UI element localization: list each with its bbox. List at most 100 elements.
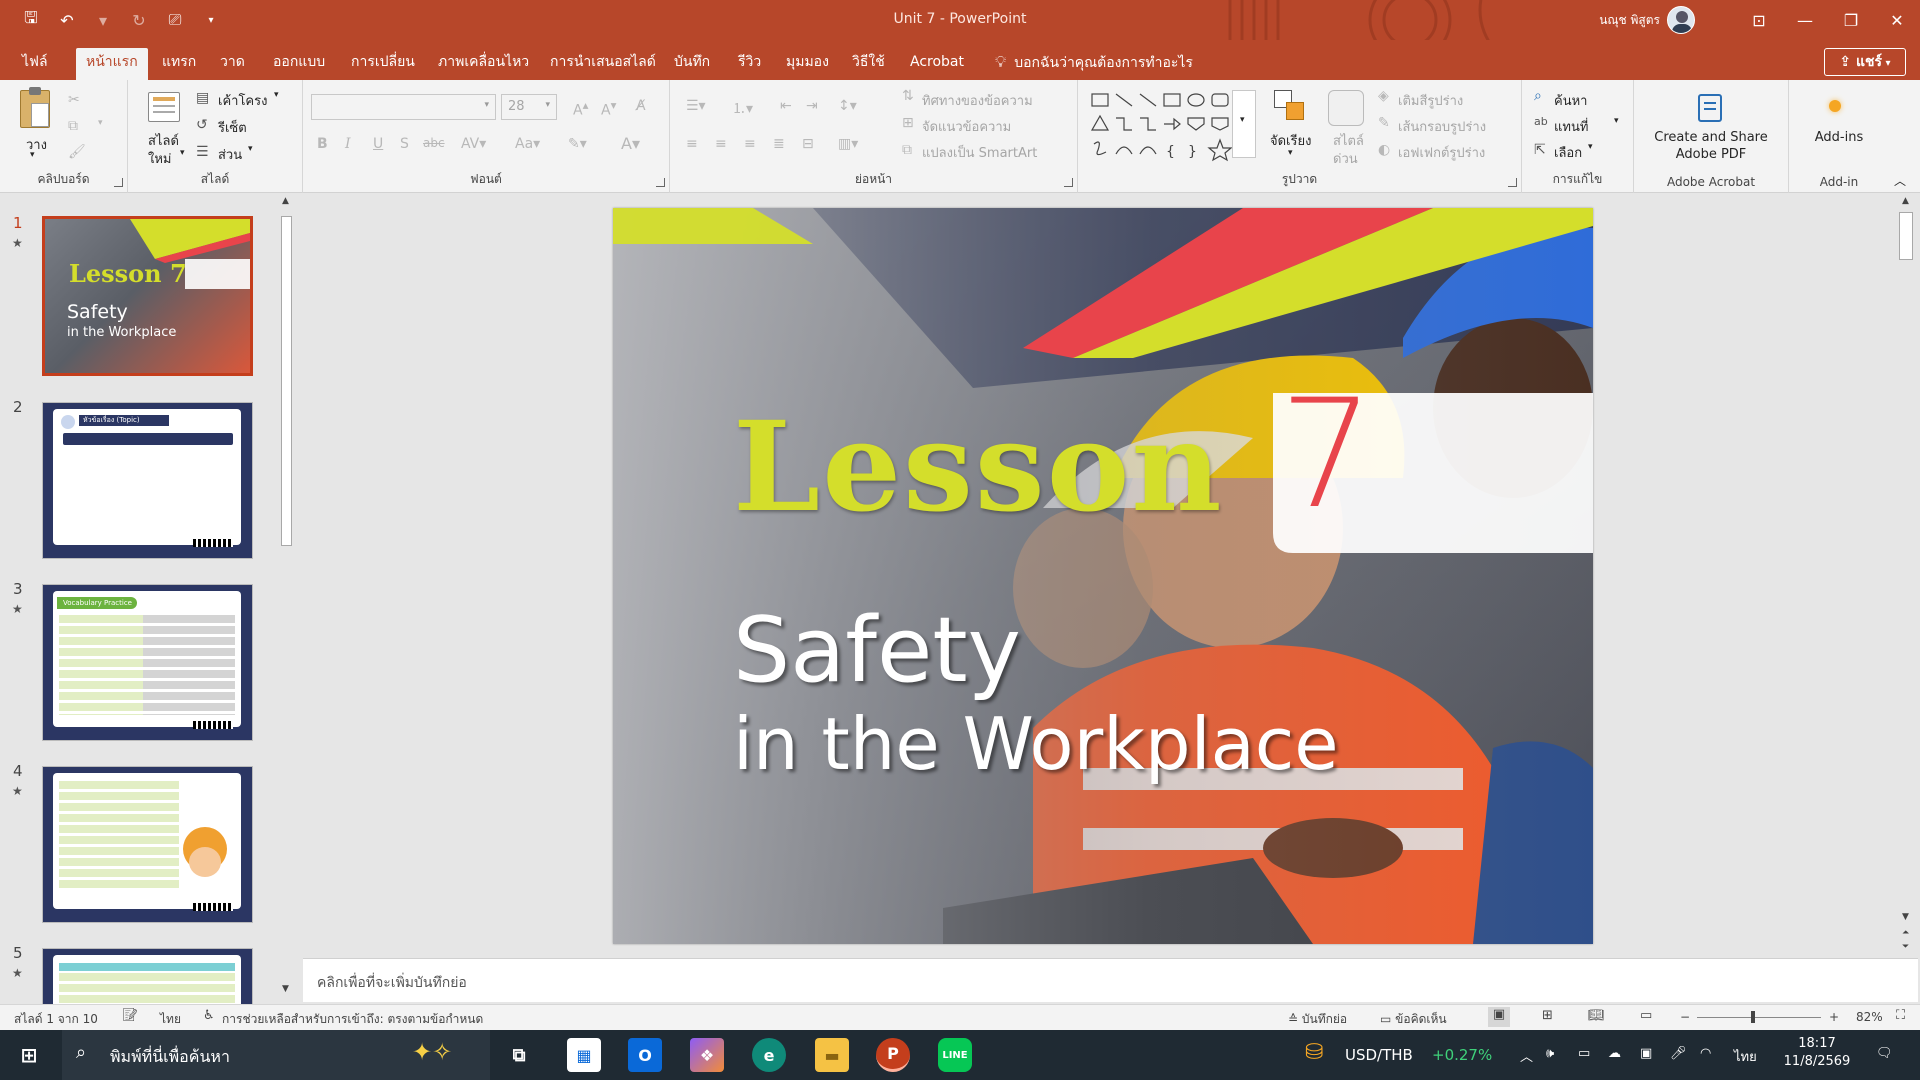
reading-view-icon[interactable]: 📖︎ bbox=[1588, 1008, 1605, 1023]
restore-button[interactable]: ❐ bbox=[1828, 0, 1874, 40]
task-view-icon[interactable]: ⧉ bbox=[502, 1038, 536, 1072]
slide-lesson-number[interactable]: 7 bbox=[1279, 380, 1374, 530]
zoom-level[interactable]: 82% bbox=[1856, 1010, 1883, 1024]
copilot-icon[interactable]: ❖ bbox=[690, 1038, 724, 1072]
paste-icon[interactable] bbox=[20, 87, 50, 128]
font-size-box[interactable]: 28 ▾ bbox=[501, 94, 557, 120]
collapse-ribbon-icon[interactable]: ︿ bbox=[1894, 172, 1906, 189]
section-icon[interactable]: ☰ bbox=[196, 144, 209, 160]
paste-dropdown-icon[interactable]: ▾ bbox=[30, 150, 35, 160]
replace-icon[interactable]: ab bbox=[1534, 115, 1548, 128]
ticker-symbol[interactable]: USD/THB bbox=[1345, 1046, 1413, 1064]
slide-thumbnail-1[interactable]: Lesson 7 Safety in the Workplace bbox=[42, 216, 253, 376]
avatar[interactable] bbox=[1667, 6, 1695, 34]
slideshow-view-icon[interactable]: ▭ bbox=[1640, 1008, 1652, 1023]
slide-sorter-icon[interactable]: ⊞ bbox=[1542, 1008, 1553, 1023]
char-spacing-icon[interactable]: AV▾ bbox=[461, 136, 486, 152]
shape-effects-icon[interactable]: ◐ bbox=[1378, 142, 1390, 158]
tab-animations[interactable]: ภาพเคลื่อนไหว bbox=[428, 48, 539, 80]
change-case-icon[interactable]: Aa▾ bbox=[515, 136, 540, 152]
align-text-icon[interactable]: ⊞ bbox=[902, 115, 914, 131]
strikethrough-icon[interactable]: abc bbox=[423, 136, 445, 150]
decrease-indent-icon[interactable]: ⇤ bbox=[780, 98, 792, 114]
line-app-icon[interactable]: LINE bbox=[938, 1038, 972, 1072]
editor-scrollbar[interactable]: ▲ ▼ ⏶ ⏷ bbox=[1894, 194, 1920, 954]
shadow-icon[interactable]: S bbox=[400, 136, 409, 152]
ticker-change[interactable]: +0.27% bbox=[1432, 1046, 1492, 1064]
tab-acrobat[interactable]: Acrobat bbox=[900, 48, 974, 80]
cut-icon[interactable]: ✂ bbox=[68, 92, 80, 108]
close-button[interactable]: ✕ bbox=[1874, 0, 1920, 40]
zoom-in-icon[interactable]: + bbox=[1829, 1010, 1839, 1024]
slide-subtitle-line1[interactable]: Safety bbox=[733, 606, 1021, 696]
replace-button[interactable]: แทนที่ bbox=[1554, 116, 1588, 137]
tray-overflow-icon[interactable]: ︿ bbox=[1520, 1046, 1533, 1065]
share-button[interactable]: ⇪ แชร์ ▾ bbox=[1824, 48, 1906, 76]
edge-icon[interactable]: e bbox=[752, 1038, 786, 1072]
tab-slideshow[interactable]: การนำเสนอสไลด์ bbox=[540, 48, 666, 80]
create-share-pdf-button[interactable]: Create and Share bbox=[1634, 130, 1788, 145]
font-name-box[interactable]: ▾ bbox=[311, 94, 496, 120]
zoom-slider-handle[interactable] bbox=[1750, 1011, 1755, 1023]
distributed-icon[interactable]: ⊟ bbox=[802, 136, 814, 152]
tab-help[interactable]: วิธีใช้ bbox=[842, 48, 895, 80]
justify-icon[interactable]: ≣ bbox=[773, 136, 785, 152]
format-painter-icon[interactable]: 🖌︎ bbox=[68, 144, 86, 160]
reset-button[interactable]: รีเซ็ต bbox=[218, 117, 247, 138]
comments-toggle[interactable]: ▭ ข้อคิดเห็น bbox=[1380, 1010, 1447, 1029]
tab-draw[interactable]: วาด bbox=[210, 48, 255, 80]
layout-dropdown-icon[interactable]: ▾ bbox=[274, 90, 279, 100]
quick-styles-icon[interactable] bbox=[1328, 90, 1364, 126]
select-icon[interactable]: ⇱ bbox=[1534, 142, 1546, 158]
meet-now-icon[interactable]: ▣ bbox=[1640, 1046, 1652, 1061]
minimize-button[interactable]: — bbox=[1782, 0, 1828, 40]
language-indicator[interactable]: ไทย bbox=[160, 1010, 181, 1029]
smartart-icon[interactable]: ⧉ bbox=[902, 142, 912, 158]
normal-view-icon[interactable]: ▣ bbox=[1488, 1007, 1510, 1027]
align-right-icon[interactable]: ≡ bbox=[744, 136, 756, 152]
zoom-out-icon[interactable]: − bbox=[1680, 1010, 1690, 1024]
text-direction-button[interactable]: ทิศทางของข้อความ bbox=[922, 90, 1033, 111]
bullets-icon[interactable]: ☰▾ bbox=[686, 98, 706, 114]
paragraph-launcher[interactable] bbox=[1064, 178, 1073, 187]
zoom-slider[interactable] bbox=[1697, 1011, 1821, 1023]
accessibility-status[interactable]: การช่วยเหลือสำหรับการเข้าถึง: ตรงตามข้อก… bbox=[222, 1010, 483, 1029]
notes-toggle[interactable]: ≙ บันทึกย่อ bbox=[1288, 1010, 1347, 1029]
new-slide-button-line2[interactable]: ใหม่ bbox=[148, 148, 172, 169]
slide-thumbnail-2[interactable]: หัวข้อเรื่อง (Topic) bbox=[42, 402, 253, 559]
reset-icon[interactable]: ↺ bbox=[196, 117, 208, 133]
layout-icon[interactable]: ▤ bbox=[196, 90, 209, 106]
new-slide-dropdown-icon[interactable]: ▾ bbox=[180, 148, 185, 158]
text-direction-icon[interactable]: ⇅ bbox=[902, 88, 914, 104]
section-button[interactable]: ส่วน bbox=[218, 144, 242, 165]
previous-slide-icon[interactable]: ⏶ bbox=[1902, 928, 1909, 938]
layout-button[interactable]: เค้าโครง bbox=[218, 90, 267, 111]
add-ins-icon[interactable] bbox=[1829, 100, 1841, 112]
tell-me-search[interactable]: 💡︎ บอกฉันว่าคุณต้องการทำอะไร bbox=[995, 48, 1193, 76]
new-slide-icon[interactable] bbox=[148, 92, 180, 122]
wifi-icon[interactable]: ◠ bbox=[1700, 1046, 1711, 1061]
font-size-dropdown-icon[interactable]: ▾ bbox=[545, 100, 550, 110]
numbering-icon[interactable]: ⒈▾ bbox=[732, 98, 753, 118]
battery-icon[interactable]: ▭ bbox=[1578, 1046, 1590, 1061]
slide-canvas[interactable]: Lesson 7 Safety in the Workplace bbox=[613, 208, 1593, 944]
slide-subtitle-line2[interactable]: in the Workplace bbox=[733, 708, 1339, 780]
drawing-launcher[interactable] bbox=[1508, 178, 1517, 187]
columns-icon[interactable]: ▥▾ bbox=[838, 136, 858, 152]
shape-outline-icon[interactable]: ✎ bbox=[1378, 115, 1390, 131]
find-button[interactable]: ค้นหา bbox=[1554, 90, 1587, 111]
shape-fill-button[interactable]: เติมสีรูปร่าง bbox=[1398, 90, 1463, 111]
align-text-button[interactable]: จัดแนวข้อความ bbox=[922, 116, 1011, 137]
scrollbar-thumb[interactable] bbox=[1899, 212, 1913, 260]
clipboard-launcher[interactable] bbox=[114, 178, 123, 187]
notifications-icon[interactable]: 🗨︎ bbox=[1876, 1046, 1893, 1061]
shapes-more-button[interactable]: ▾ bbox=[1232, 90, 1256, 158]
italic-icon[interactable]: I bbox=[345, 136, 351, 152]
tab-review[interactable]: รีวิว bbox=[728, 48, 771, 80]
tab-record[interactable]: บันทึก bbox=[664, 48, 720, 80]
convert-smartart-button[interactable]: แปลงเป็น SmartArt bbox=[922, 142, 1037, 163]
start-button[interactable]: ⊞ bbox=[12, 1038, 46, 1072]
line-spacing-icon[interactable]: ↕▾ bbox=[838, 98, 857, 114]
slide-thumbnail-3[interactable]: Vocabulary Practice bbox=[42, 584, 253, 741]
shape-fill-icon[interactable]: ◈ bbox=[1378, 88, 1389, 104]
